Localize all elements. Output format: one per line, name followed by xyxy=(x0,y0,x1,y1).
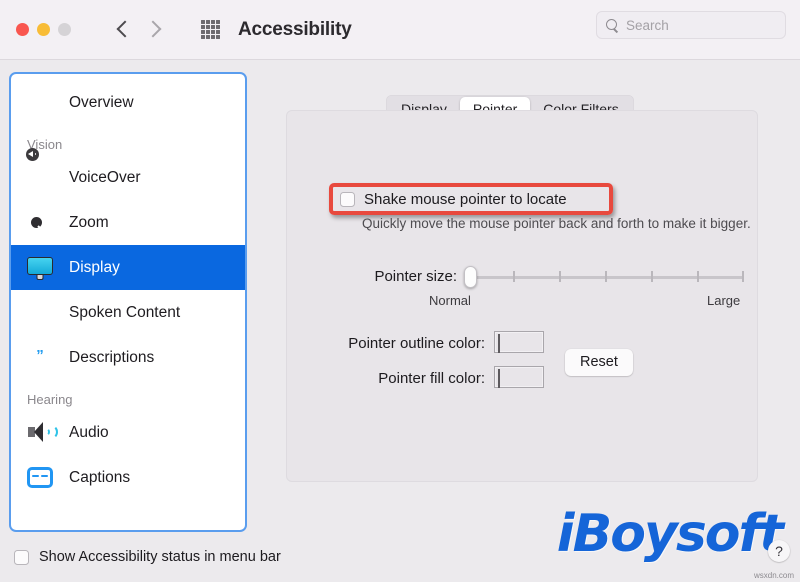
sidebar-item-label: Spoken Content xyxy=(69,303,181,321)
captions-icon xyxy=(25,463,55,493)
pointer-size-label: Pointer size: xyxy=(374,268,457,285)
sidebar-item-label: Captions xyxy=(69,468,131,486)
sidebar-item-display[interactable]: Display xyxy=(11,245,245,290)
display-icon xyxy=(25,253,55,283)
sidebar-item-captions[interactable]: Captions xyxy=(11,455,245,500)
show-status-row[interactable]: Show Accessibility status in menu bar xyxy=(14,549,281,565)
slider-min-label: Normal xyxy=(429,293,471,308)
sidebar-item-zoom[interactable]: Zoom xyxy=(11,200,245,245)
pointer-fill-color-label: Pointer fill color: xyxy=(378,370,485,387)
shake-pointer-label: Shake mouse pointer to locate xyxy=(364,191,567,208)
voiceover-icon xyxy=(25,147,55,193)
shake-pointer-checkbox[interactable] xyxy=(340,192,355,207)
shake-pointer-row[interactable]: Shake mouse pointer to locate xyxy=(340,191,567,208)
watermark-site: wsxdn.com xyxy=(753,571,794,580)
spoken-content-icon xyxy=(25,298,55,328)
sidebar-item-label: VoiceOver xyxy=(69,168,141,186)
pointer-settings-content: Display Pointer Color Filters Shake mous… xyxy=(258,72,786,505)
watermark-brand: iBoysoft xyxy=(556,504,784,564)
slider-thumb[interactable] xyxy=(464,266,477,288)
sidebar-item-label: Display xyxy=(69,258,120,276)
sidebar-item-label: Descriptions xyxy=(69,348,155,366)
sidebar-item-label: Overview xyxy=(69,93,134,111)
zoom-icon xyxy=(11,208,55,238)
accessibility-preferences-window: Accessibility Search Overview Vision Voi… xyxy=(0,0,800,582)
pointer-outline-color-swatch[interactable] xyxy=(494,331,544,353)
accessibility-icon xyxy=(24,76,55,118)
search-icon xyxy=(606,18,619,32)
audio-icon xyxy=(25,418,58,448)
search-placeholder: Search xyxy=(626,17,669,33)
close-button[interactable] xyxy=(16,23,29,36)
pointer-outline-color-label: Pointer outline color: xyxy=(348,335,485,352)
sidebar-item-label: Audio xyxy=(69,423,109,441)
navigation-buttons xyxy=(117,19,161,41)
sidebar-item-spoken-content[interactable]: Spoken Content xyxy=(11,290,245,335)
sidebar-heading-hearing: Hearing xyxy=(27,392,73,407)
accessibility-sidebar[interactable]: Overview Vision VoiceOver Zoom Display S… xyxy=(9,72,247,532)
minimize-button[interactable] xyxy=(37,23,50,36)
sidebar-item-voiceover[interactable]: VoiceOver xyxy=(11,147,245,200)
show-status-label: Show Accessibility status in menu bar xyxy=(39,549,281,565)
show-status-checkbox[interactable] xyxy=(14,549,29,565)
sidebar-item-descriptions[interactable]: ” Descriptions xyxy=(11,335,245,380)
traffic-lights xyxy=(16,23,71,36)
sidebar-item-overview[interactable]: Overview xyxy=(11,76,245,125)
back-chevron-icon[interactable] xyxy=(117,19,131,41)
page-title: Accessibility xyxy=(238,18,352,40)
zoom-button[interactable] xyxy=(58,23,71,36)
shake-pointer-description: Quickly move the mouse pointer back and … xyxy=(362,216,751,231)
descriptions-icon: ” xyxy=(25,343,55,373)
search-field[interactable]: Search xyxy=(596,11,786,39)
settings-panel: Shake mouse pointer to locate Quickly mo… xyxy=(286,110,758,482)
sidebar-item-label: Zoom xyxy=(69,213,109,231)
sidebar-item-audio[interactable]: Audio xyxy=(11,410,245,455)
pointer-size-slider[interactable] xyxy=(464,266,744,288)
window-toolbar: Accessibility Search xyxy=(0,0,800,60)
sidebar-heading-vision: Vision xyxy=(27,137,63,152)
pointer-fill-color-swatch[interactable] xyxy=(494,366,544,388)
forward-chevron-icon[interactable] xyxy=(147,19,161,41)
grid-icon[interactable] xyxy=(201,20,220,39)
slider-max-label: Large xyxy=(707,293,741,308)
help-button[interactable]: ? xyxy=(768,540,790,562)
reset-button[interactable]: Reset xyxy=(565,349,633,376)
